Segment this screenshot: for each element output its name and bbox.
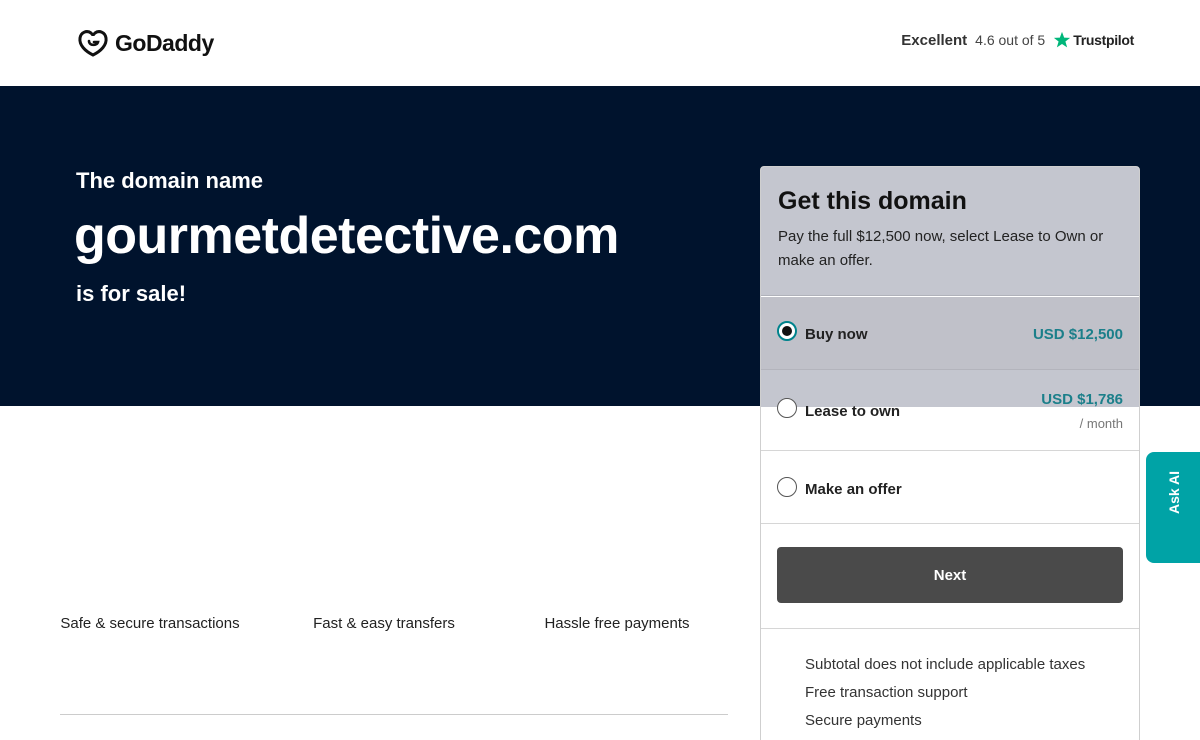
card-description: Pay the full $12,500 now, select Lease t… xyxy=(778,228,1104,269)
trustpilot-star-icon xyxy=(1054,31,1071,48)
purchase-info-list: Subtotal does not include applicable tax… xyxy=(805,651,1085,735)
purchase-card: Get this domain Pay the full $12,500 now… xyxy=(760,166,1140,740)
option-price: USD $12,500 xyxy=(1032,326,1123,343)
site-header: GoDaddy Excellent 4.6 out of 5 Trustpilo… xyxy=(0,0,1200,86)
option-price: USD $1,786 xyxy=(1041,391,1123,408)
next-section: Next xyxy=(761,524,1139,629)
option-lease-to-own[interactable]: Lease to own USD $1,786 / month xyxy=(761,370,1139,451)
info-item: Subtotal does not include applicable tax… xyxy=(805,656,1086,673)
info-item: Secure payments xyxy=(805,712,922,729)
option-label: Buy now xyxy=(805,326,868,343)
option-label: Make an offer xyxy=(805,481,902,498)
godaddy-heart-icon xyxy=(78,30,108,57)
trustpilot-brand: Trustpilot xyxy=(1073,32,1134,48)
features-row: Safe & secure transactions Fast & easy t… xyxy=(60,612,730,672)
feature-payments: Hassle free payments xyxy=(544,615,690,632)
radio-buy-now[interactable] xyxy=(777,321,797,341)
next-button[interactable]: Next xyxy=(777,547,1123,603)
brand-name: GoDaddy xyxy=(115,29,214,56)
option-buy-now[interactable]: Buy now USD $12,500 xyxy=(761,297,1139,370)
feature-transfers: Fast & easy transfers xyxy=(313,615,455,632)
card-title: Get this domain xyxy=(778,187,967,215)
godaddy-logo[interactable]: GoDaddy xyxy=(77,28,214,58)
trustpilot-widget[interactable]: Excellent 4.6 out of 5 Trustpilot xyxy=(901,31,1134,49)
radio-make-offer[interactable] xyxy=(777,477,797,497)
for-sale-text: is for sale! xyxy=(76,281,187,306)
radio-lease-to-own[interactable] xyxy=(777,398,797,418)
ask-ai-button[interactable]: Ask AI xyxy=(1146,452,1200,563)
ask-ai-label: Ask AI xyxy=(1166,470,1182,514)
option-label: Lease to own xyxy=(805,403,901,420)
trustpilot-label: Excellent xyxy=(901,31,968,49)
feature-secure: Safe & secure transactions xyxy=(60,615,240,632)
domain-name-heading: gourmetdetective.com xyxy=(74,207,619,265)
info-item: Free transaction support xyxy=(805,684,968,701)
section-divider xyxy=(60,714,728,715)
option-price-period: / month xyxy=(1079,416,1123,431)
option-make-offer[interactable]: Make an offer xyxy=(761,451,1139,524)
card-header: Get this domain Pay the full $12,500 now… xyxy=(761,167,1139,296)
hero-kicker: The domain name xyxy=(76,168,264,193)
trustpilot-rating: 4.6 out of 5 xyxy=(975,32,1046,48)
